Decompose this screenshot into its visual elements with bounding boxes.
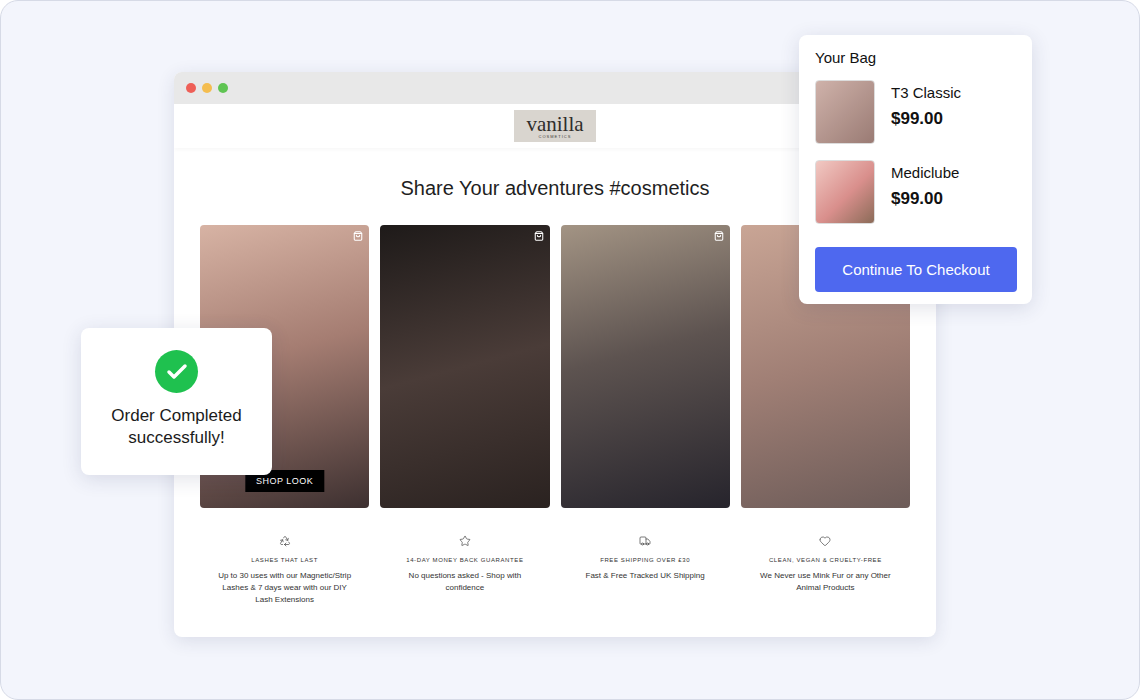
heart-icon: [819, 535, 831, 547]
check-icon: [155, 350, 198, 393]
shopping-bag-icon[interactable]: [353, 231, 363, 241]
feature-text: Up to 30 uses with our Magnetic/Strip La…: [214, 570, 356, 606]
window-dot[interactable]: [186, 83, 196, 93]
product-thumbnail: [815, 80, 875, 144]
item-price: $99.00: [891, 109, 961, 129]
bag-popup: Your Bag T3 Classic $99.00 Mediclube $99.00 C…: [799, 35, 1032, 304]
shopping-bag-icon[interactable]: [534, 231, 544, 241]
bag-item[interactable]: Mediclube $99.00: [815, 160, 1017, 224]
features: LASHES THAT LAST Up to 30 uses with our M…: [174, 535, 936, 606]
item-info: T3 Classic $99.00: [891, 80, 961, 129]
window-dot[interactable]: [202, 83, 212, 93]
feature-title: FREE SHIPPING OVER £30: [600, 556, 690, 564]
feature: 14-DAY MONEY BACK GUARANTEE No questions …: [380, 535, 549, 606]
logo-name: vanilla: [526, 114, 583, 134]
feature-text: Fast & Free Tracked UK Shipping: [586, 570, 705, 582]
toast-message: Order Completed successfully!: [97, 405, 257, 449]
feature: LASHES THAT LAST Up to 30 uses with our M…: [200, 535, 369, 606]
recycle-icon: [279, 535, 291, 547]
item-name: Mediclube: [891, 164, 959, 182]
bag-title: Your Bag: [815, 49, 1017, 67]
shopping-bag-icon[interactable]: [714, 231, 724, 241]
item-name: T3 Classic: [891, 84, 961, 102]
feature-title: LASHES THAT LAST: [251, 556, 318, 564]
canvas: vanillaCOSMETICSShare Your adventures #c…: [0, 0, 1140, 700]
gallery-tile[interactable]: [380, 225, 549, 508]
item-price: $99.00: [891, 189, 959, 209]
star-icon: [459, 535, 471, 547]
feature: FREE SHIPPING OVER £30 Fast & Free Tracke…: [561, 535, 730, 606]
bag-list: T3 Classic $99.00 Mediclube $99.00: [815, 80, 1017, 224]
bag-item[interactable]: T3 Classic $99.00: [815, 80, 1017, 144]
product-thumbnail: [815, 160, 875, 224]
logo-tagline: COSMETICS: [539, 134, 572, 139]
feature-text: We Never use Mink Fur or any Other Anima…: [754, 570, 896, 594]
logo[interactable]: vanillaCOSMETICS: [514, 110, 596, 142]
feature-title: CLEAN, VEGAN & CRUELTY-FREE: [769, 556, 882, 564]
order-toast: Order Completed successfully!: [81, 328, 272, 475]
feature-text: No questions asked - Shop with confidenc…: [394, 570, 536, 594]
feature: CLEAN, VEGAN & CRUELTY-FREE We Never use …: [741, 535, 910, 606]
truck-icon: [639, 535, 651, 547]
feature-title: 14-DAY MONEY BACK GUARANTEE: [406, 556, 523, 564]
checkout-button[interactable]: Continue To Checkout: [815, 247, 1017, 292]
item-info: Mediclube $99.00: [891, 160, 959, 209]
window-dot[interactable]: [218, 83, 228, 93]
gallery-tile[interactable]: [561, 225, 730, 508]
